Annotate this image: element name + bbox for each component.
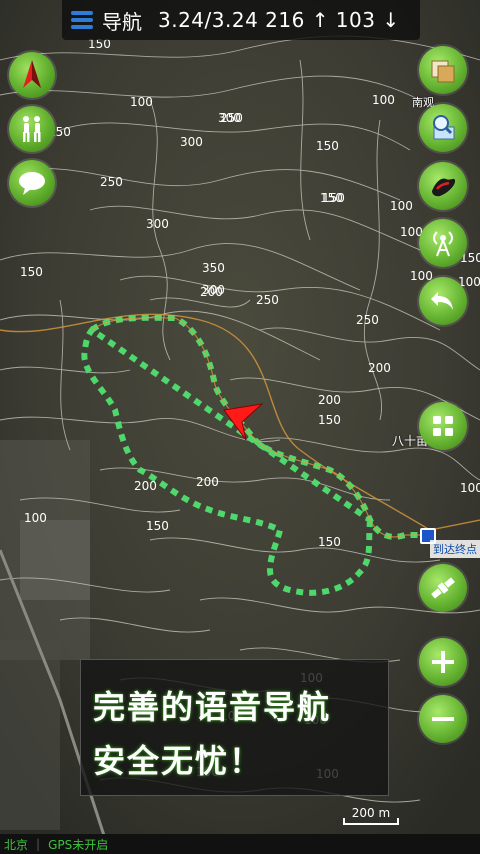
navigation-screen: { "topbar": { "title": "导航", "stats": "3… [0, 0, 480, 854]
layers-icon [431, 60, 455, 83]
search-map-button[interactable] [419, 104, 467, 152]
back-icon [431, 292, 453, 310]
satellite-button[interactable] [419, 564, 467, 612]
navigation-topbar: 导航 3.24/3.24 216 ↑ 103 ↓ [62, 0, 420, 40]
contour-label: 300 [202, 283, 225, 297]
compass-icon [23, 60, 41, 88]
contour-label: 100 [390, 199, 413, 213]
destination-label: 到达终点 [430, 540, 480, 558]
contour-label: 150 [146, 519, 169, 533]
contour-label: 350 [202, 261, 225, 275]
contour-label: 200 [318, 393, 341, 407]
layers-button[interactable] [419, 46, 467, 94]
chat-button[interactable] [9, 160, 55, 206]
nav-title: 导航 [102, 9, 142, 34]
zoom-out-button[interactable] [419, 695, 467, 743]
track-stats: 3.24/3.24 216 ↑ 103 ↓ [158, 8, 400, 32]
contour-label: 300 [180, 135, 203, 149]
contour-label: 150 [322, 191, 345, 205]
contour-label: 100 [460, 481, 480, 495]
contour-label: 150 [20, 265, 43, 279]
scale-bar: 200 m [342, 806, 400, 826]
contour-label: 100 [130, 95, 153, 109]
search-map-icon [433, 115, 455, 140]
contour-label: 200 [368, 361, 391, 375]
chat-icon [19, 172, 45, 195]
contour-label: 150 [316, 139, 339, 153]
grid-button[interactable] [419, 402, 467, 450]
contour-label: 200 [196, 475, 219, 489]
contour-label: 100 [24, 511, 47, 525]
signal-tower-icon [433, 231, 453, 257]
city-label: 北京 [4, 837, 29, 852]
satellite-icon [431, 577, 455, 599]
zoom-in-button[interactable] [419, 638, 467, 686]
promo-banner: 完善的语音导航 安全无忧！ [80, 659, 389, 796]
gps-status: GPS未开启 [48, 837, 109, 852]
hikers-icon [23, 116, 41, 142]
compass-button[interactable] [9, 52, 55, 98]
contour-label: 100 [372, 93, 395, 107]
grid-icon [433, 416, 453, 436]
banner-line-1: 完善的语音导航 [93, 688, 332, 726]
zoom-out-icon [432, 717, 454, 721]
track-shoe-icon [432, 178, 456, 197]
contour-label: 250 [100, 175, 123, 189]
back-button[interactable] [419, 277, 467, 325]
status-bar: 北京 | GPS未开启 [0, 834, 480, 854]
contour-label: 150 [318, 413, 341, 427]
menu-icon[interactable] [62, 0, 102, 40]
contour-label: 250 [356, 313, 379, 327]
contour-label: 250 [220, 111, 243, 125]
contour-label: 300 [146, 217, 169, 231]
hikers-button[interactable] [9, 106, 55, 152]
track-button[interactable] [419, 162, 467, 210]
signal-button[interactable] [419, 219, 467, 267]
contour-label: 200 [134, 479, 157, 493]
contour-label: 150 [318, 535, 341, 549]
contour-label: 250 [256, 293, 279, 307]
zoom-in-icon [432, 651, 454, 673]
banner-line-2: 安全无忧！ [93, 742, 264, 780]
